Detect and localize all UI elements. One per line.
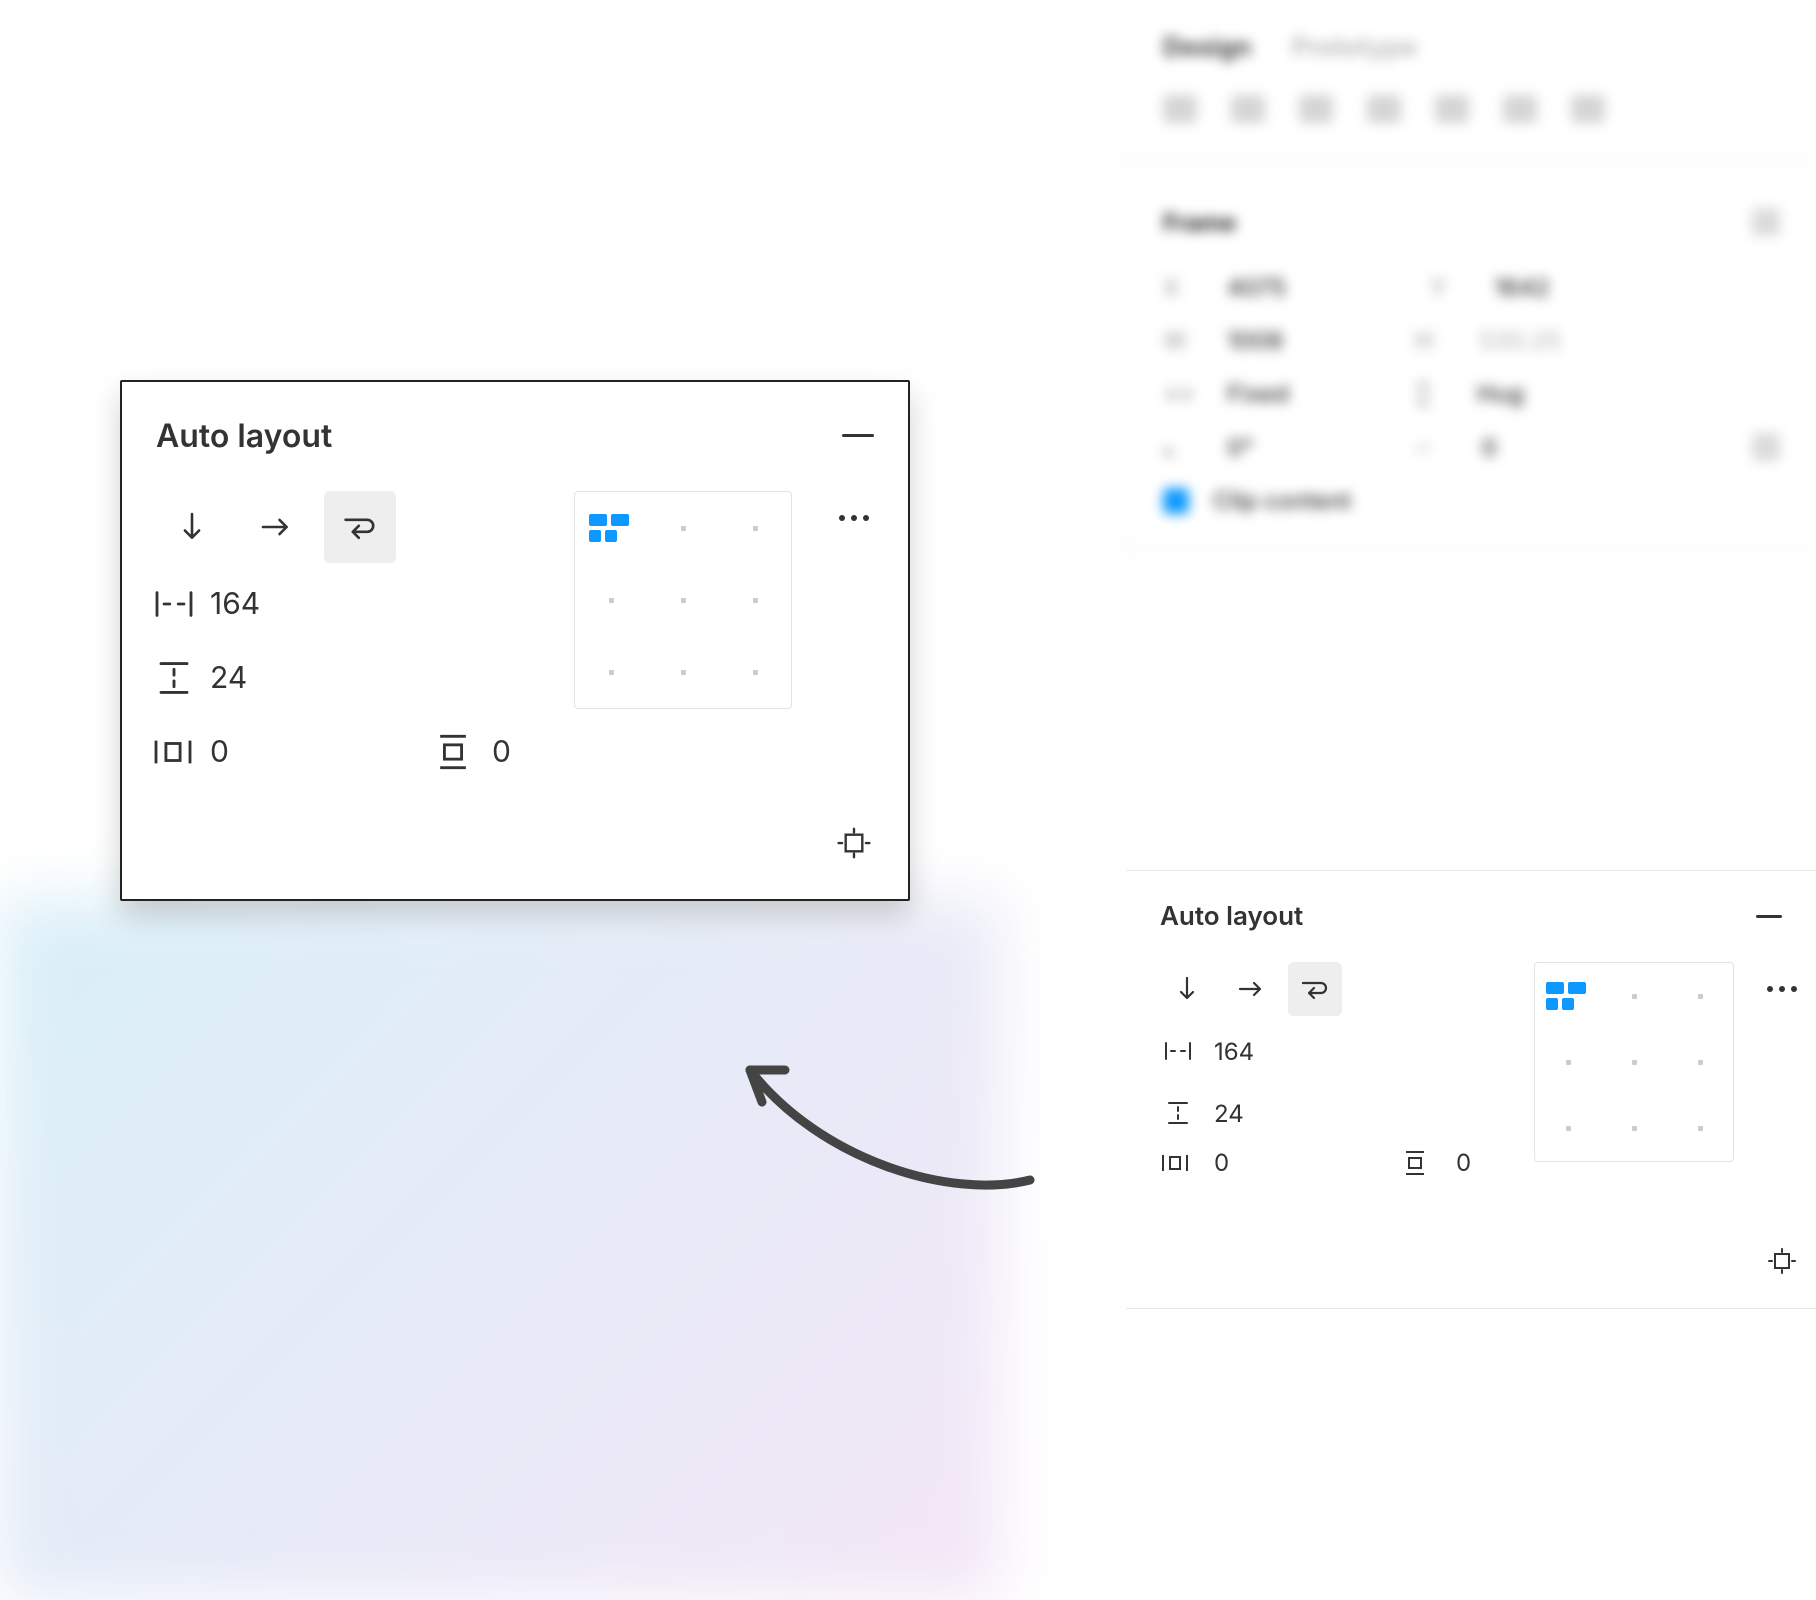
vertical-padding-input[interactable]: 0 (492, 734, 552, 770)
vertical-gap-input[interactable]: 24 (156, 645, 552, 711)
remove-auto-layout-button[interactable] (1756, 915, 1782, 918)
horizontal-gap-icon (1160, 1040, 1196, 1062)
auto-layout-advanced-button[interactable] (1752, 962, 1812, 1016)
direction-wrap-button[interactable] (324, 491, 396, 563)
auto-layout-title: Auto layout (1160, 901, 1303, 932)
direction-vertical-button[interactable] (156, 491, 228, 563)
vertical-gap-icon (156, 663, 192, 693)
background-gradient (0, 900, 1000, 1600)
horizontal-gap-icon (156, 591, 192, 617)
alignment-grid[interactable] (1534, 962, 1734, 1162)
horizontal-padding-icon (156, 739, 192, 765)
horizontal-padding-input[interactable]: 0 (1214, 1148, 1274, 1177)
alignment-grid[interactable] (574, 491, 792, 709)
tab-prototype: Prototype (1292, 32, 1418, 63)
frame-section-title: Frame (1163, 208, 1236, 237)
auto-layout-section-sidebar: Auto layout 164 (1126, 870, 1816, 1309)
vertical-gap-icon (1160, 1100, 1196, 1126)
alignment-toolbar (1127, 89, 1816, 151)
vertical-padding-icon (1402, 1149, 1438, 1177)
clip-content-checkbox (1163, 488, 1189, 514)
horizontal-padding-icon (1160, 1152, 1196, 1174)
remove-auto-layout-button[interactable] (842, 434, 874, 437)
horizontal-gap-input[interactable]: 164 (156, 571, 552, 637)
horizontal-gap-input[interactable]: 164 (1160, 1024, 1516, 1078)
individual-padding-button[interactable] (1752, 1246, 1812, 1276)
tab-design: Design (1163, 32, 1252, 63)
direction-vertical-button[interactable] (1160, 962, 1214, 1016)
vertical-padding-icon (438, 736, 474, 768)
auto-layout-title: Auto layout (156, 416, 332, 455)
alignment-top-left-active (1546, 982, 1590, 1010)
alignment-top-left-active (589, 514, 633, 542)
auto-layout-popout-panel: Auto layout 164 (120, 380, 910, 901)
vertical-padding-input[interactable]: 0 (1456, 1148, 1516, 1177)
independent-corners-icon (1752, 433, 1780, 461)
direction-wrap-button[interactable] (1288, 962, 1342, 1016)
individual-padding-button[interactable] (814, 825, 894, 861)
auto-layout-advanced-button[interactable] (814, 491, 894, 545)
horizontal-padding-input[interactable]: 0 (210, 734, 270, 770)
direction-horizontal-button[interactable] (1224, 962, 1278, 1016)
properties-sidebar-blurred: Design Prototype Frame X4075 Y1642 W1008… (1126, 0, 1816, 1600)
resize-to-fit-icon (1752, 208, 1780, 236)
vertical-gap-input[interactable]: 24 (1160, 1086, 1516, 1140)
direction-horizontal-button[interactable] (240, 491, 312, 563)
